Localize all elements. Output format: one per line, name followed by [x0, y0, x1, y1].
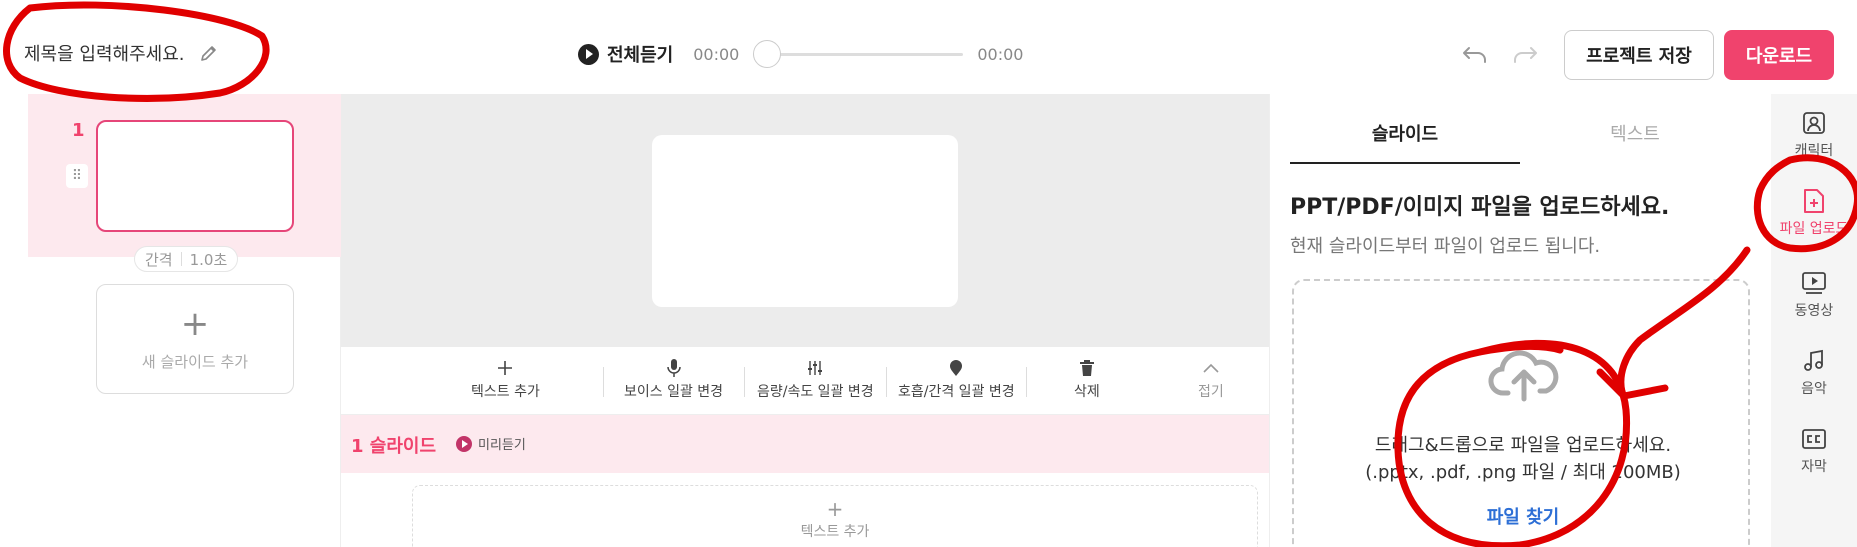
subtitles-icon: [1801, 426, 1827, 452]
add-text-label: 텍스트 추가: [800, 524, 870, 540]
toolbar-divider: [603, 367, 604, 397]
nav-label: 파일 업로드: [1779, 221, 1849, 237]
collapse-tool[interactable]: 접기: [1198, 357, 1224, 401]
chevron-up-icon: [1200, 357, 1222, 379]
toolbar-divider: [1026, 367, 1027, 397]
slides-panel: 1 ⠿ 간격 1.0초 + 새 슬라이드 추가: [28, 94, 341, 547]
slide-section-header: 1 슬라이드 미리듣기: [341, 415, 1269, 473]
play-all-icon[interactable]: [578, 43, 599, 65]
file-dropzone[interactable]: 드래그&드롭으로 파일을 업로드하세요. (.pptx, .pdf, .png …: [1292, 279, 1750, 547]
progress-track: [753, 53, 964, 56]
save-project-button[interactable]: 프로젝트 저장: [1564, 30, 1714, 80]
music-icon: [1801, 348, 1827, 374]
drag-handle-icon[interactable]: ⠿: [66, 164, 88, 188]
character-icon: [1801, 110, 1827, 136]
plus-icon: +: [180, 303, 210, 344]
gap-label: 간격: [145, 250, 173, 269]
tab-slide[interactable]: 슬라이드: [1290, 120, 1520, 146]
nav-music[interactable]: 음악: [1771, 348, 1857, 398]
nav-label: 음악: [1801, 381, 1827, 397]
project-title-area[interactable]: 제목을 입력해주세요.: [24, 40, 220, 66]
tool-label: 호흡/간격 일괄 변경: [898, 384, 1015, 400]
volume-speed-bulk-change-tool[interactable]: 음량/속도 일괄 변경: [757, 357, 874, 401]
toolbar-divider: [886, 367, 887, 397]
nav-label: 동영상: [1794, 303, 1834, 319]
upload-panel: 슬라이드 텍스트 PPT/PDF/이미지 파일을 업로드하세요. 현재 슬라이드…: [1269, 94, 1771, 547]
dropzone-file-types: (.pptx, .pdf, .png 파일 / 최대 200MB): [1365, 462, 1681, 483]
top-bar: 제목을 입력해주세요. 전체듣기 00:00 00:00 프로젝트 저장 다운로…: [0, 0, 1857, 94]
find-file-button[interactable]: 파일 찾기: [1294, 503, 1752, 529]
editor-area: 텍스트 추가 보이스 일괄 변경 음량/속도 일괄 변경 호흡/간격 일괄 변경: [341, 94, 1269, 547]
tool-label: 보이스 일괄 변경: [624, 384, 724, 400]
progress-slider[interactable]: [753, 40, 964, 68]
add-text-tool[interactable]: 텍스트 추가: [471, 357, 540, 401]
tool-label: 텍스트 추가: [471, 384, 540, 400]
nav-label: 자막: [1801, 459, 1827, 475]
add-slide-button[interactable]: + 새 슬라이드 추가: [96, 284, 294, 394]
progress-knob[interactable]: [753, 40, 782, 68]
slide-list-item[interactable]: 1 ⠿: [28, 94, 341, 257]
gap-divider: [180, 252, 182, 266]
plus-icon: [494, 357, 516, 379]
breath-icon: [945, 357, 967, 379]
trash-icon: [1076, 357, 1098, 379]
time-current: 00:00: [693, 44, 740, 64]
delete-tool[interactable]: 삭제: [1074, 357, 1100, 401]
nav-file-upload[interactable]: 파일 업로드: [1771, 188, 1857, 238]
tool-label: 음량/속도 일괄 변경: [757, 384, 874, 400]
microphone-icon: [663, 357, 685, 379]
file-upload-icon: [1801, 188, 1827, 214]
play-icon: [456, 435, 472, 452]
toolbar-divider: [744, 367, 745, 397]
panel-tabs: 슬라이드 텍스트: [1290, 94, 1752, 164]
breath-gap-bulk-change-tool[interactable]: 호흡/간격 일괄 변경: [898, 357, 1015, 401]
slide-toolbar: 텍스트 추가 보이스 일괄 변경 음량/속도 일괄 변경 호흡/간격 일괄 변경: [341, 347, 1269, 415]
preview-button[interactable]: 미리듣기: [456, 434, 526, 453]
video-icon: [1801, 270, 1827, 296]
undo-icon[interactable]: [1460, 42, 1490, 68]
side-nav: 캐릭터 파일 업로드 동영상 음악 자막: [1771, 94, 1857, 547]
audio-player: 전체듣기 00:00 00:00: [578, 40, 1023, 68]
play-all-button[interactable]: 전체듣기: [607, 41, 673, 67]
nav-video[interactable]: 동영상: [1771, 270, 1857, 320]
tool-label: 삭제: [1074, 384, 1100, 400]
slide-number: 1: [72, 120, 85, 141]
slide-gap-badge[interactable]: 간격 1.0초: [134, 246, 239, 272]
redo-icon[interactable]: [1510, 42, 1540, 68]
slide-thumbnail[interactable]: [96, 120, 294, 232]
upload-subheading: 현재 슬라이드부터 파일이 업로드 됩니다.: [1290, 236, 1601, 257]
tab-text[interactable]: 텍스트: [1520, 120, 1750, 146]
dropzone-instruction: 드래그&드롭으로 파일을 업로드하세요.: [1374, 435, 1672, 456]
project-title-input[interactable]: 제목을 입력해주세요.: [24, 40, 184, 66]
slide-canvas-area: [341, 94, 1269, 347]
active-tab-indicator: [1290, 162, 1520, 164]
preview-label: 미리듣기: [478, 438, 526, 453]
upload-heading: PPT/PDF/이미지 파일을 업로드하세요.: [1290, 195, 1670, 220]
nav-subtitles[interactable]: 자막: [1771, 426, 1857, 476]
slide-section-title: 1 슬라이드: [351, 436, 437, 457]
tool-label: 접기: [1198, 384, 1224, 400]
plus-icon: +: [826, 497, 844, 521]
add-slide-label: 새 슬라이드 추가: [141, 352, 249, 371]
voice-bulk-change-tool[interactable]: 보이스 일괄 변경: [624, 357, 723, 401]
nav-label: 캐릭터: [1794, 143, 1834, 159]
gap-value: 1.0초: [189, 250, 228, 269]
pencil-icon[interactable]: [198, 42, 220, 64]
sliders-icon: [804, 357, 826, 379]
time-total: 00:00: [977, 44, 1024, 64]
slide-canvas[interactable]: [652, 135, 958, 307]
cloud-upload-icon: [1488, 347, 1560, 403]
add-text-area[interactable]: + 텍스트 추가: [412, 485, 1258, 547]
download-button[interactable]: 다운로드: [1724, 30, 1834, 80]
nav-character[interactable]: 캐릭터: [1771, 110, 1857, 160]
